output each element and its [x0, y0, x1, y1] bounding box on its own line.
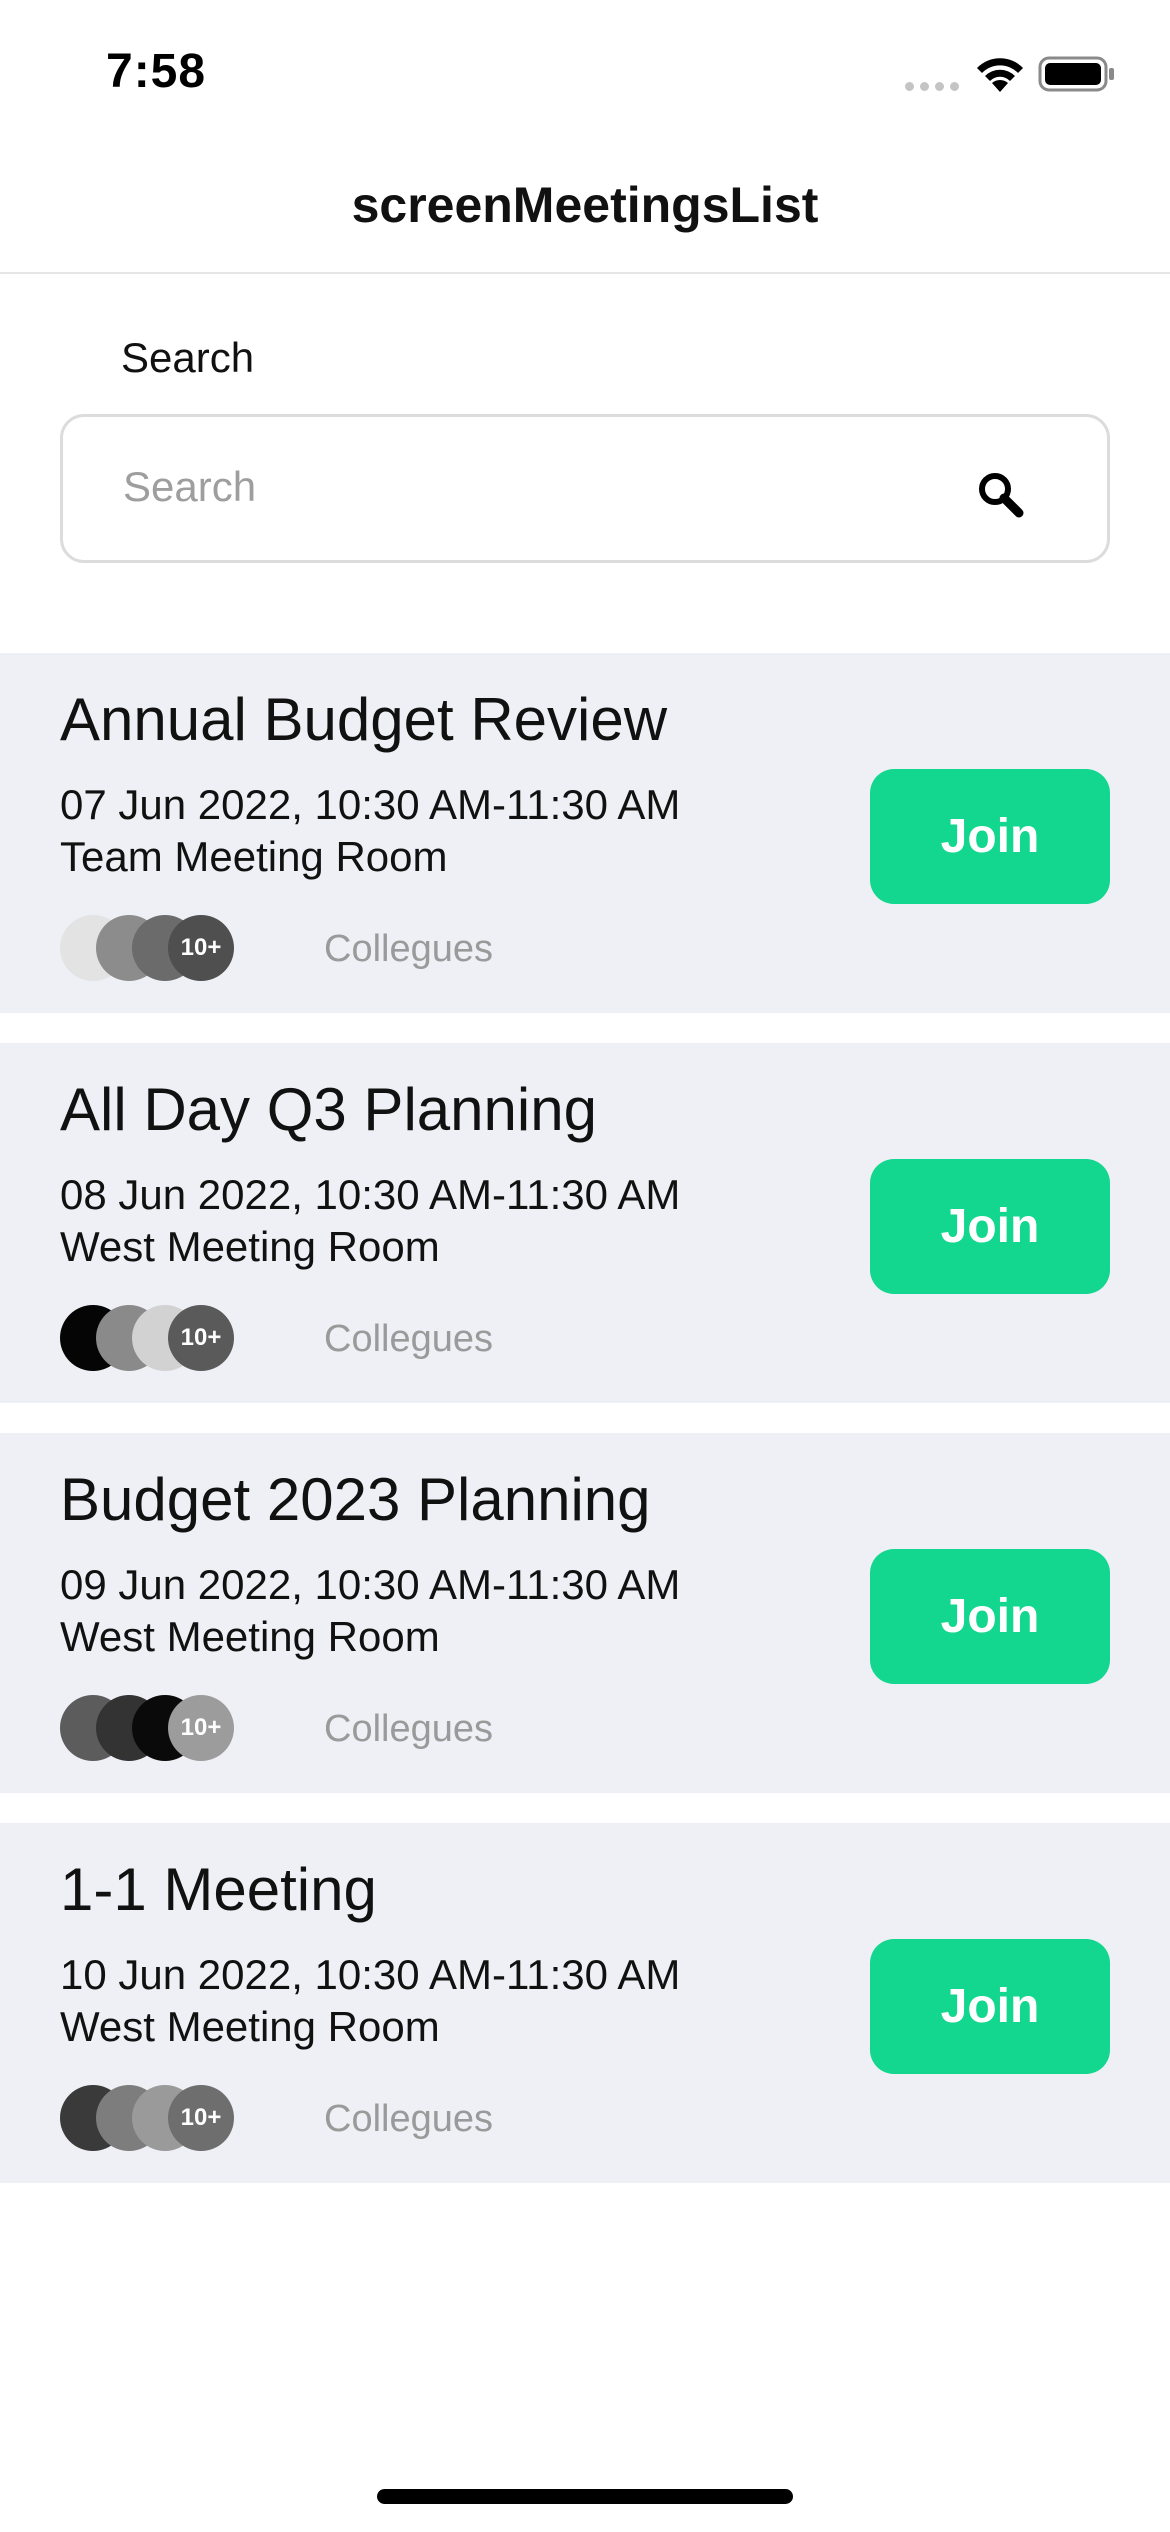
participant-count-badge: 10+ — [168, 1305, 234, 1371]
join-button[interactable]: Join — [870, 1159, 1110, 1294]
meeting-title: All Day Q3 Planning — [60, 1076, 597, 1143]
meeting-card[interactable]: Budget 2023 Planning 09 Jun 2022, 10:30 A… — [0, 1433, 1170, 1793]
nav-header: screenMeetingsList — [0, 140, 1170, 274]
search-box[interactable] — [60, 414, 1110, 563]
meeting-card[interactable]: Annual Budget Review 07 Jun 2022, 10:30 A… — [0, 653, 1170, 1013]
signal-dots-icon — [905, 82, 959, 91]
meeting-card[interactable]: All Day Q3 Planning 08 Jun 2022, 10:30 AM… — [0, 1043, 1170, 1403]
meeting-datetime: 08 Jun 2022, 10:30 AM-11:30 AM — [60, 1171, 681, 1218]
participant-count-badge: 10+ — [168, 915, 234, 981]
page-title: screenMeetingsList — [351, 177, 819, 233]
meeting-title: Annual Budget Review — [60, 686, 668, 753]
meetings-list: Annual Budget Review 07 Jun 2022, 10:30 A… — [0, 653, 1170, 2213]
wifi-icon — [977, 58, 1023, 92]
search-label: Search — [121, 334, 255, 381]
join-button[interactable]: Join — [870, 1549, 1110, 1684]
meeting-room: West Meeting Room — [60, 1223, 440, 1270]
join-button[interactable]: Join — [870, 769, 1110, 904]
meeting-room: West Meeting Room — [60, 1613, 440, 1660]
meeting-datetime: 07 Jun 2022, 10:30 AM-11:30 AM — [60, 781, 681, 828]
search-input[interactable] — [123, 447, 943, 527]
home-indicator[interactable] — [377, 2489, 793, 2504]
meeting-card[interactable]: 1-1 Meeting 10 Jun 2022, 10:30 AM-11:30 A… — [0, 1823, 1170, 2183]
participant-count-badge: 10+ — [168, 1695, 234, 1761]
search-icon[interactable] — [973, 467, 1029, 523]
meeting-datetime: 09 Jun 2022, 10:30 AM-11:30 AM — [60, 1561, 681, 1608]
colleagues-label: Collegues — [324, 1318, 493, 1360]
meeting-room: Team Meeting Room — [60, 833, 448, 880]
participant-avatars: 10+ — [60, 2085, 240, 2151]
participant-count-badge: 10+ — [168, 2085, 234, 2151]
meeting-title: 1-1 Meeting — [60, 1856, 377, 1923]
battery-icon — [1038, 56, 1114, 92]
colleagues-label: Collegues — [324, 1708, 493, 1750]
join-button[interactable]: Join — [870, 1939, 1110, 2074]
participant-avatars: 10+ — [60, 1695, 240, 1761]
status-time: 7:58 — [106, 45, 207, 98]
participant-avatars: 10+ — [60, 1305, 240, 1371]
meeting-room: West Meeting Room — [60, 2003, 440, 2050]
status-bar: 7:58 — [0, 0, 1170, 140]
participant-avatars: 10+ — [60, 915, 240, 981]
colleagues-label: Collegues — [324, 928, 493, 970]
colleagues-label: Collegues — [324, 2098, 493, 2140]
meeting-datetime: 10 Jun 2022, 10:30 AM-11:30 AM — [60, 1951, 681, 1998]
meeting-title: Budget 2023 Planning — [60, 1466, 651, 1533]
